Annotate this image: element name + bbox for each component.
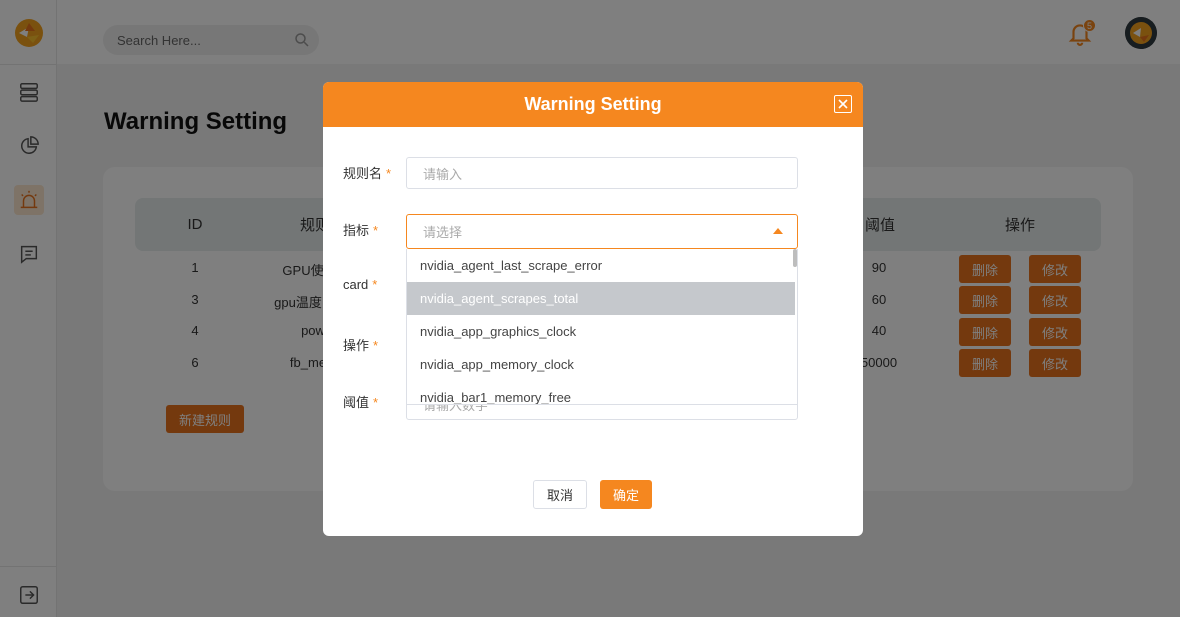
confirm-button[interactable]: 确定 [600, 480, 652, 509]
metric-label-text: 指标 [343, 223, 370, 238]
dropdown-option[interactable]: nvidia_agent_scrapes_total [407, 282, 795, 315]
cancel-button[interactable]: 取消 [533, 480, 587, 509]
rule-name-label: 规则名 * [343, 163, 391, 182]
required-marker: * [373, 395, 379, 410]
required-marker: * [372, 277, 378, 292]
metric-label: 指标 * [343, 220, 378, 239]
caret-up-icon [773, 228, 783, 234]
rule-name-label-text: 规则名 [343, 166, 383, 181]
warning-setting-dialog: Warning Setting 规则名 * 请输入 指标 * 请选择 card * 操… [323, 82, 863, 536]
operation-label-text: 操作 [343, 338, 370, 353]
dialog-header: Warning Setting [323, 82, 863, 127]
dropdown-scrollbar[interactable] [793, 249, 797, 267]
dialog-title: Warning Setting [524, 94, 662, 114]
dropdown-option[interactable]: nvidia_app_memory_clock [407, 348, 795, 381]
metric-select[interactable]: 请选择 [406, 214, 798, 249]
metric-dropdown: nvidia_agent_last_scrape_error nvidia_ag… [406, 249, 798, 405]
required-marker: * [386, 166, 392, 181]
dropdown-option[interactable]: nvidia_bar1_memory_free [407, 381, 795, 404]
rule-name-placeholder: 请输入 [423, 166, 463, 182]
dropdown-option[interactable]: nvidia_app_graphics_clock [407, 315, 795, 348]
required-marker: * [373, 338, 379, 353]
operation-label: 操作 * [343, 335, 378, 354]
threshold-label-text: 阈值 [343, 395, 370, 410]
dropdown-option[interactable]: nvidia_agent_last_scrape_error [407, 249, 795, 282]
threshold-label: 阈值 * [343, 392, 378, 411]
card-label: card * [343, 277, 377, 292]
required-marker: * [373, 223, 379, 238]
close-button[interactable] [834, 95, 852, 113]
card-label-text: card [343, 277, 369, 292]
rule-name-input[interactable]: 请输入 [406, 157, 798, 189]
metric-placeholder: 请选择 [423, 225, 463, 240]
close-icon [838, 99, 848, 109]
